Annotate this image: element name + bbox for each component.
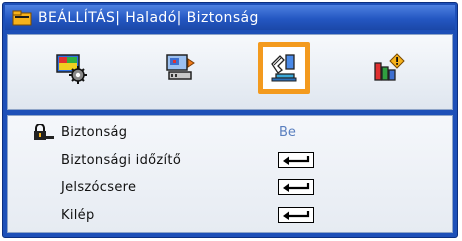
lock-icon: [34, 124, 54, 140]
enter-icon: [283, 156, 310, 165]
change-password-label: Jelszócsere: [61, 179, 137, 195]
security-label: Biztonság: [61, 124, 128, 140]
osd-menu: BEÁLLÍTÁS| Haladó| Biztonság Biztonság B…: [2, 2, 458, 238]
picture-settings-icon: [56, 54, 87, 84]
row-change-password[interactable]: Jelszócsere: [8, 174, 452, 200]
settings-panel: Biztonság Be Biztonsági időzítő Jelszócs…: [7, 115, 453, 233]
enter-icon: [283, 183, 310, 192]
exit-label: Kilép: [61, 207, 95, 223]
display-settings-icon: [166, 54, 195, 80]
menu-title: BEÁLLÍTÁS| Haladó| Biztonság: [38, 9, 259, 26]
tab-display[interactable]: [154, 42, 206, 94]
security-timer-enter-button[interactable]: [278, 152, 314, 168]
tab-setup[interactable]: [258, 42, 310, 94]
row-exit[interactable]: Kilép: [8, 202, 452, 228]
change-password-enter-button[interactable]: [278, 179, 314, 195]
menu-tabs: [7, 34, 453, 110]
enter-icon: [283, 211, 310, 220]
exit-enter-button[interactable]: [278, 207, 314, 223]
security-timer-label: Biztonsági időzítő: [61, 152, 182, 168]
tab-options[interactable]: [362, 42, 414, 94]
row-security[interactable]: Biztonság Be: [8, 119, 452, 145]
options-settings-icon: [374, 53, 405, 81]
title-bar: BEÁLLÍTÁS| Haladó| Biztonság: [5, 5, 455, 30]
row-security-timer[interactable]: Biztonsági időzítő: [8, 147, 452, 173]
setup-settings-icon: [271, 54, 297, 82]
menu-folder-icon: [12, 10, 32, 25]
tab-picture[interactable]: [45, 42, 97, 94]
security-value[interactable]: Be: [279, 125, 296, 140]
